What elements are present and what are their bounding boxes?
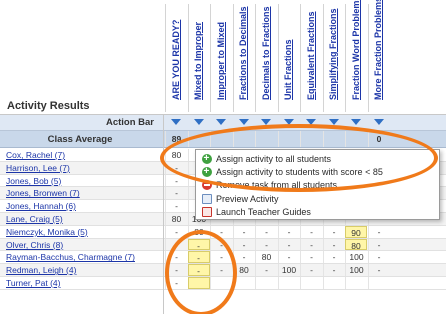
score-cell[interactable]: - xyxy=(322,225,345,238)
column-title[interactable]: Mixed to Improper xyxy=(193,0,203,100)
score-cell[interactable]: - xyxy=(165,187,187,200)
score-cell[interactable]: 80 xyxy=(345,238,367,251)
column-header-8[interactable]: Fraction Word Problems xyxy=(345,0,367,112)
pdf-icon xyxy=(202,206,212,217)
score-cell[interactable]: - xyxy=(367,264,390,276)
student-name-link[interactable]: Turner, Pat (4) xyxy=(6,278,164,288)
name-column-divider xyxy=(163,115,164,314)
student-name-link[interactable]: Rayman-Bacchus, Charmagne (7) xyxy=(6,252,164,262)
action-dropdown-arrow-icon[interactable] xyxy=(171,119,181,125)
score-cell[interactable]: - xyxy=(367,238,390,251)
document-icon xyxy=(202,193,212,204)
score-cell[interactable] xyxy=(255,277,277,289)
student-name-link[interactable]: Cox, Rachel (7) xyxy=(6,150,164,160)
column-title[interactable]: Decimals to Fractions xyxy=(261,0,271,100)
score-cell[interactable]: - xyxy=(367,225,390,238)
action-dropdown-arrow-icon[interactable] xyxy=(238,119,249,125)
score-cell[interactable] xyxy=(300,277,322,289)
student-name-link[interactable]: Lane, Craig (5) xyxy=(6,214,164,224)
score-cell[interactable] xyxy=(367,277,390,289)
column-header-7[interactable]: Simplifying Fractions xyxy=(322,4,345,112)
column-title[interactable]: Fraction Word Problems xyxy=(351,0,361,100)
column-header-6[interactable]: Equivalent Fractions xyxy=(300,4,322,112)
menu-item-label: Preview Activity xyxy=(216,193,279,204)
score-cell[interactable]: - xyxy=(232,225,255,238)
score-cell[interactable]: - xyxy=(255,225,277,238)
score-cell[interactable]: - xyxy=(367,251,390,264)
column-title[interactable]: Equivalent Fractions xyxy=(306,0,316,100)
score-cell[interactable]: - xyxy=(322,264,345,276)
table-row: Niemczyk, Monika (5) -80- - - - - -90- xyxy=(0,225,446,239)
student-name-link[interactable]: Niemczyk, Monika (5) xyxy=(6,227,164,237)
score-cell[interactable]: - xyxy=(300,225,322,238)
column-header-4[interactable]: Decimals to Fractions xyxy=(255,4,277,112)
score-cell[interactable]: - xyxy=(322,238,345,251)
score-cell[interactable] xyxy=(345,277,367,289)
action-bar-label: Action Bar xyxy=(105,117,154,128)
score-cell[interactable]: 80 xyxy=(165,213,187,225)
column-header-3[interactable]: Fractions to Decimals xyxy=(232,4,255,112)
score-cell[interactable]: - xyxy=(300,251,322,264)
score-cell[interactable]: 100 xyxy=(345,251,367,264)
score-cell[interactable]: - xyxy=(255,264,277,276)
column-title[interactable]: Unit Fractions xyxy=(283,0,293,100)
score-cell[interactable]: 90 xyxy=(345,225,367,238)
column-header-area: Activity Results ARE YOU READY? Mixed to … xyxy=(0,0,446,115)
class-average-label: Class Average xyxy=(47,134,113,145)
student-name-link[interactable]: Olver, Chris (8) xyxy=(6,240,164,250)
student-name-link[interactable]: Jones, Hannah (6) xyxy=(6,201,164,211)
column-title[interactable]: Fractions to Decimals xyxy=(238,0,248,100)
score-cell[interactable]: - xyxy=(165,200,187,212)
student-name-link[interactable]: Jones, Bob (5) xyxy=(6,176,164,186)
column-title[interactable]: More Fraction Problems xyxy=(373,0,383,100)
menu-item-3[interactable]: Preview Activity xyxy=(202,193,438,206)
action-dropdown-arrow-icon[interactable] xyxy=(216,119,226,125)
column-title[interactable]: ARE YOU READY? xyxy=(171,0,181,100)
score-cell[interactable]: - xyxy=(277,251,300,264)
menu-item-label: Launch Teacher Guides xyxy=(216,206,311,217)
score-cell[interactable]: - xyxy=(300,238,322,251)
score-cell[interactable]: - xyxy=(322,251,345,264)
student-name-link[interactable]: Jones, Bronwen (7) xyxy=(6,188,164,198)
column-header-5[interactable]: Unit Fractions xyxy=(277,4,300,112)
page-title: Activity Results xyxy=(7,100,90,112)
score-cell[interactable]: 100 xyxy=(345,264,367,276)
score-cell[interactable] xyxy=(277,277,300,289)
score-cell[interactable]: - xyxy=(255,238,277,251)
column-header-2[interactable]: Improper to Mixed xyxy=(210,4,232,112)
action-dropdown-arrow-icon[interactable] xyxy=(373,119,384,125)
score-cell[interactable] xyxy=(322,277,345,289)
column-header-1[interactable]: Mixed to Improper xyxy=(187,4,210,112)
score-cell[interactable]: 100 xyxy=(277,264,300,276)
action-dropdown-arrow-icon[interactable] xyxy=(193,119,204,125)
score-cell[interactable]: - xyxy=(300,264,322,276)
score-cell[interactable]: - xyxy=(277,225,300,238)
column-header-0[interactable]: ARE YOU READY? xyxy=(165,4,187,112)
score-cell[interactable]: 80 xyxy=(255,251,277,264)
student-name-link[interactable]: Harrison, Lee (7) xyxy=(6,163,164,173)
column-header-9[interactable]: More Fraction Problems xyxy=(367,0,390,112)
menu-item-4[interactable]: Launch Teacher Guides xyxy=(202,206,438,219)
student-name-link[interactable]: Redman, Leigh (4) xyxy=(6,265,164,275)
column-title[interactable]: Improper to Mixed xyxy=(216,0,226,100)
score-cell[interactable]: - xyxy=(277,238,300,251)
annotation-oval-menu xyxy=(160,124,438,192)
annotation-oval-cells xyxy=(165,230,237,314)
score-cell[interactable]: - xyxy=(232,238,255,251)
column-title[interactable]: Simplifying Fractions xyxy=(328,0,338,100)
action-dropdown-arrow-icon[interactable] xyxy=(351,119,361,125)
